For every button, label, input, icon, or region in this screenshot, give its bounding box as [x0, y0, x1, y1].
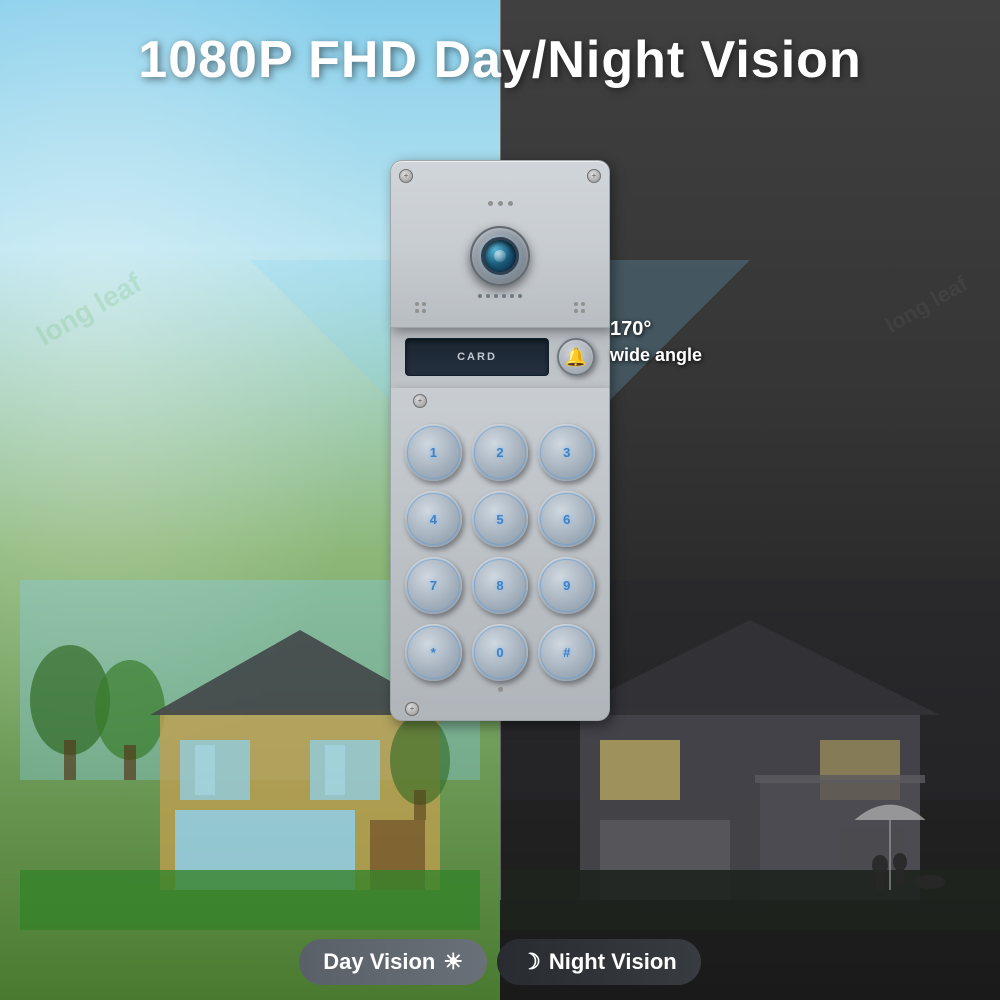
card-reader[interactable]: CARD: [405, 338, 549, 376]
night-vision-pill: ☽ Night Vision: [497, 939, 701, 985]
day-vision-pill: Day Vision ☀: [299, 939, 487, 985]
key-3[interactable]: 3: [538, 424, 595, 481]
key-#[interactable]: #: [538, 624, 595, 681]
moon-icon: ☽: [521, 949, 541, 975]
ir-dots-left: [415, 302, 426, 313]
sun-icon: ☀: [443, 949, 463, 975]
key-6[interactable]: 6: [538, 491, 595, 548]
bell-button[interactable]: 🔔: [557, 338, 595, 376]
middle-section: CARD 🔔: [390, 328, 610, 388]
key-0[interactable]: 0: [472, 624, 529, 681]
angle-annotation: 170° wide angle: [610, 315, 1000, 368]
screw-top-left: [399, 169, 413, 183]
key-7[interactable]: 7: [405, 557, 462, 614]
camera-section: [390, 160, 610, 328]
key-4[interactable]: 4: [405, 491, 462, 548]
key-2[interactable]: 2: [472, 424, 529, 481]
day-label-text: Day Vision: [323, 949, 435, 975]
speaker-grille: [405, 294, 595, 298]
screw-bottom-left: [413, 394, 427, 408]
camera-lens: [481, 237, 519, 275]
screw-keypad-br: [405, 702, 419, 716]
keypad-grid: 123 456 789 *0#: [405, 424, 595, 681]
key-9[interactable]: 9: [538, 557, 595, 614]
night-label-text: Night Vision: [549, 949, 677, 975]
camera-housing: [470, 226, 530, 286]
screw-top-right: [587, 169, 601, 183]
ir-dots-right: [574, 302, 585, 313]
keypad-section: 123 456 789 *0#: [390, 388, 610, 721]
key-5[interactable]: 5: [472, 491, 529, 548]
bottom-labels: Day Vision ☀ ☽ Night Vision: [250, 939, 750, 985]
status-indicator: [498, 687, 503, 692]
device-panel: CARD 🔔 123 456 789 *0#: [390, 160, 610, 721]
card-label: CARD: [457, 351, 497, 363]
ir-dots-top: [405, 201, 595, 206]
bell-icon: 🔔: [565, 347, 587, 368]
key-1[interactable]: 1: [405, 424, 462, 481]
key-*[interactable]: *: [405, 624, 462, 681]
key-8[interactable]: 8: [472, 557, 529, 614]
card-bell-row: CARD 🔔: [405, 338, 595, 376]
